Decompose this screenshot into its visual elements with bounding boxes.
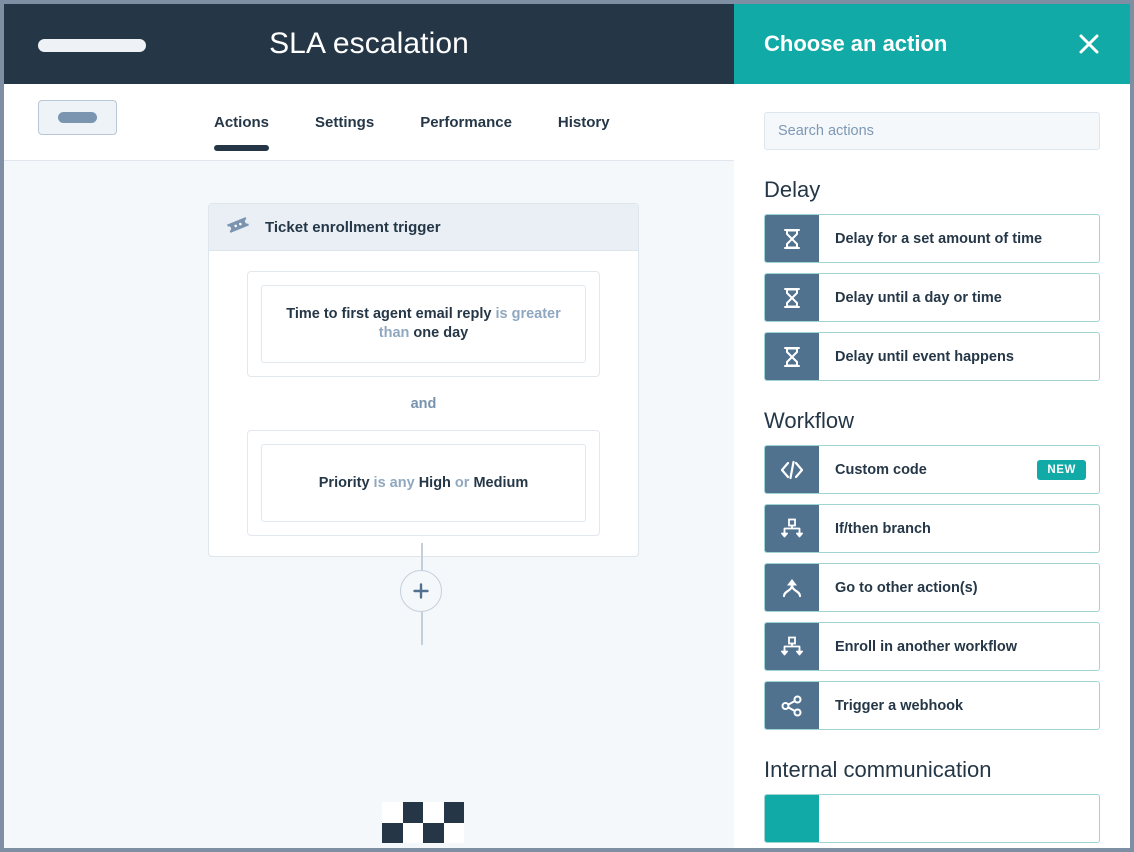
plus-icon	[413, 583, 429, 599]
tab-settings-label: Settings	[315, 113, 375, 131]
filter-group-2[interactable]: Priority is any High or Medium	[247, 430, 600, 536]
trigger-card[interactable]: Ticket enrollment trigger Time to first …	[208, 203, 639, 557]
tab-history[interactable]: History	[558, 84, 610, 160]
filter-2-conjunction: or	[450, 474, 474, 491]
trigger-card-body: Time to first agent email reply is great…	[209, 251, 638, 556]
close-icon[interactable]	[1072, 27, 1106, 61]
filter-1-value: one day	[413, 325, 469, 341]
tab-settings[interactable]: Settings	[315, 84, 374, 160]
app-top-bar: SLA escalation	[4, 4, 734, 84]
panel-header: Choose an action	[734, 4, 1130, 84]
action-label: Delay for a set amount of time	[819, 215, 1099, 262]
section-title-workflow: Workflow	[764, 408, 855, 433]
action-item-delay-until-day[interactable]: Delay until a day or time	[764, 273, 1100, 322]
merge-arrow-icon	[765, 564, 819, 611]
filter-group-1[interactable]: Time to first agent email reply is great…	[247, 271, 600, 377]
tab-bar: Actions Settings Performance History	[4, 84, 734, 161]
action-label: If/then branch	[819, 505, 1099, 552]
workflow-canvas: Ticket enrollment trigger Time to first …	[4, 161, 734, 848]
tab-performance-label: Performance	[420, 113, 512, 131]
action-label	[819, 795, 1099, 842]
connector-line-bottom	[421, 611, 423, 645]
tab-actions[interactable]: Actions	[214, 84, 270, 160]
tab-history-label: History	[557, 113, 610, 131]
action-item-if-then-branch[interactable]: If/then branch	[764, 504, 1100, 553]
action-item-delay-until-event[interactable]: Delay until event happens	[764, 332, 1100, 381]
branch-icon	[765, 505, 819, 552]
filter-row-1[interactable]: Time to first agent email reply is great…	[261, 285, 586, 363]
action-text: Delay for a set amount of time	[835, 230, 1043, 247]
search-input[interactable]	[764, 112, 1100, 150]
action-item-delay-set-amount[interactable]: Delay for a set amount of time	[764, 214, 1100, 263]
filter-2-value-2: Medium	[473, 474, 529, 491]
tab-list: Actions Settings Performance History	[214, 84, 656, 160]
action-icon-placeholder	[765, 795, 819, 842]
panel-title: Choose an action	[764, 31, 948, 56]
trigger-card-header: Ticket enrollment trigger	[209, 204, 638, 251]
tab-actions-label: Actions	[214, 113, 270, 131]
filter-2-value-1: High	[418, 474, 451, 491]
action-text: Trigger a webhook	[835, 697, 964, 714]
filter-2-property: Priority	[318, 474, 370, 491]
section-title-delay: Delay	[764, 177, 821, 202]
action-item-custom-code[interactable]: Custom code NEW	[764, 445, 1100, 494]
action-text: Delay until event happens	[835, 348, 1014, 365]
action-label: Enroll in another workflow	[819, 623, 1099, 670]
filter-2-operator: is any	[369, 474, 419, 491]
action-text: Enroll in another workflow	[835, 638, 1018, 655]
panel-body: Delay Delay for a set amount of time	[734, 84, 1130, 848]
action-text: If/then branch	[835, 520, 931, 537]
back-button[interactable]	[38, 100, 117, 135]
choose-action-panel: Choose an action Delay	[734, 4, 1130, 848]
action-label: Delay until event happens	[819, 333, 1099, 380]
back-button-placeholder	[58, 112, 97, 123]
action-label: Custom code NEW	[819, 446, 1099, 493]
tab-performance[interactable]: Performance	[420, 84, 512, 160]
filter-row-2[interactable]: Priority is any High or Medium	[261, 444, 586, 522]
tab-active-underline	[214, 145, 270, 151]
code-icon	[765, 446, 819, 493]
loading-placeholder-checkerboard	[382, 802, 464, 843]
hourglass-icon	[765, 215, 819, 262]
topbar-placeholder-pill	[38, 39, 146, 52]
action-text: Custom code	[835, 461, 927, 478]
share-icon	[765, 682, 819, 729]
action-item-go-to-other-actions[interactable]: Go to other action(s)	[764, 563, 1100, 612]
filter-conjunction: and	[410, 396, 437, 412]
action-label: Delay until a day or time	[819, 274, 1099, 321]
status-badge: NEW	[1037, 459, 1086, 480]
action-text: Delay until a day or time	[835, 289, 1002, 306]
filter-1-property: Time to first agent email reply	[286, 306, 492, 323]
action-item-enroll-another-workflow[interactable]: Enroll in another workflow	[764, 622, 1100, 671]
section-title-internal-communication: Internal communication	[764, 757, 992, 782]
hourglass-icon	[765, 333, 819, 380]
workflow-editor-window: SLA escalation Actions Settings Performa…	[0, 0, 1134, 852]
workflow-main-pane: SLA escalation Actions Settings Performa…	[4, 4, 734, 848]
add-action-button[interactable]	[400, 570, 442, 612]
branch-icon	[765, 623, 819, 670]
action-label: Trigger a webhook	[819, 682, 1099, 729]
action-item-trigger-webhook[interactable]: Trigger a webhook	[764, 681, 1100, 730]
action-label: Go to other action(s)	[819, 564, 1099, 611]
action-item-internal-communication-first[interactable]	[764, 794, 1100, 843]
action-text: Go to other action(s)	[835, 579, 978, 596]
trigger-card-title: Ticket enrollment trigger	[265, 218, 441, 236]
hourglass-icon	[765, 274, 819, 321]
ticket-icon	[225, 212, 251, 243]
